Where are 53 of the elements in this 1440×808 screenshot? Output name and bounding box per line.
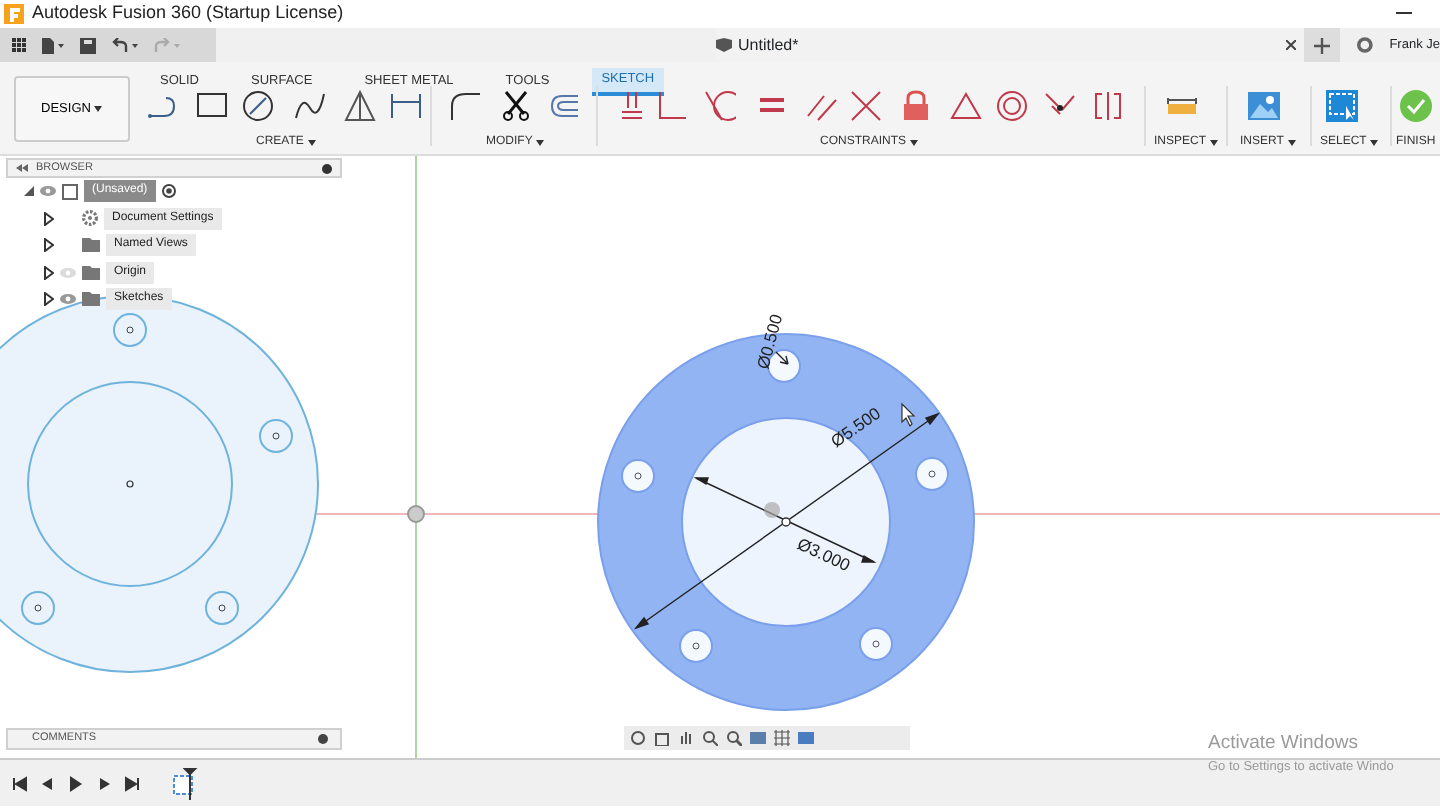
- symmetry-icon[interactable]: [1092, 90, 1124, 122]
- perpendicular-icon[interactable]: [656, 90, 688, 122]
- undo-icon[interactable]: [112, 37, 138, 53]
- mouse-cursor-icon: [901, 402, 916, 427]
- close-icon[interactable]: [1286, 40, 1297, 50]
- eye-icon[interactable]: [40, 186, 56, 197]
- new-tab-icon[interactable]: [1304, 28, 1340, 62]
- last-frame-icon[interactable]: [124, 775, 140, 791]
- settings-icon[interactable]: [318, 734, 328, 744]
- sketch-point-icon: [781, 517, 791, 527]
- center-point-icon: [764, 502, 780, 518]
- triangle-icon[interactable]: [344, 90, 376, 122]
- zoom-window-icon[interactable]: [726, 730, 742, 746]
- coincident-icon[interactable]: [616, 90, 648, 122]
- clock-icon[interactable]: [1355, 36, 1374, 54]
- cube-icon: [716, 38, 732, 52]
- collapse-icon[interactable]: [16, 164, 28, 172]
- expanded-caret-icon[interactable]: [24, 186, 34, 197]
- activate-radio-icon[interactable]: [161, 184, 176, 199]
- spline-icon[interactable]: [294, 90, 326, 122]
- app-logo-icon: [4, 4, 24, 24]
- gear-icon: [82, 210, 98, 227]
- next-icon[interactable]: [96, 775, 112, 791]
- offset-icon[interactable]: [548, 90, 580, 122]
- tangent-icon[interactable]: [704, 90, 736, 122]
- circle-icon[interactable]: [242, 90, 274, 122]
- eye-icon[interactable]: [60, 294, 76, 305]
- settings-icon[interactable]: [322, 163, 332, 173]
- scissors-icon[interactable]: [500, 90, 532, 122]
- apps-grid-icon[interactable]: [12, 38, 26, 52]
- zoom-icon[interactable]: [702, 730, 718, 746]
- select-icon[interactable]: [1326, 90, 1358, 122]
- grid-icon[interactable]: [774, 730, 790, 746]
- lock-icon[interactable]: [900, 90, 932, 122]
- previous-icon[interactable]: [40, 775, 56, 791]
- parallel-icon[interactable]: [806, 90, 838, 122]
- fillet-icon[interactable]: [450, 90, 482, 122]
- component-icon: [62, 183, 78, 200]
- window-title: Autodesk Fusion 360 (Startup License): [32, 0, 344, 27]
- triangle-constraint-icon[interactable]: [950, 90, 982, 122]
- first-frame-icon[interactable]: [12, 775, 28, 791]
- collinear-icon[interactable]: [850, 90, 882, 122]
- save-icon[interactable]: [80, 37, 96, 53]
- origin-point-icon[interactable]: [407, 505, 425, 523]
- dimension-label[interactable]: Ø0.500: [752, 312, 787, 372]
- file-icon[interactable]: [42, 37, 64, 53]
- play-icon[interactable]: [68, 775, 84, 791]
- dimension-icon[interactable]: [390, 90, 422, 122]
- image-icon[interactable]: [1248, 90, 1280, 122]
- activation-notice-title: Activate Windows: [1208, 730, 1360, 758]
- concentric-icon[interactable]: [996, 90, 1028, 122]
- rectangle-icon[interactable]: [196, 90, 228, 122]
- sketch-timeline-icon[interactable]: [172, 767, 200, 799]
